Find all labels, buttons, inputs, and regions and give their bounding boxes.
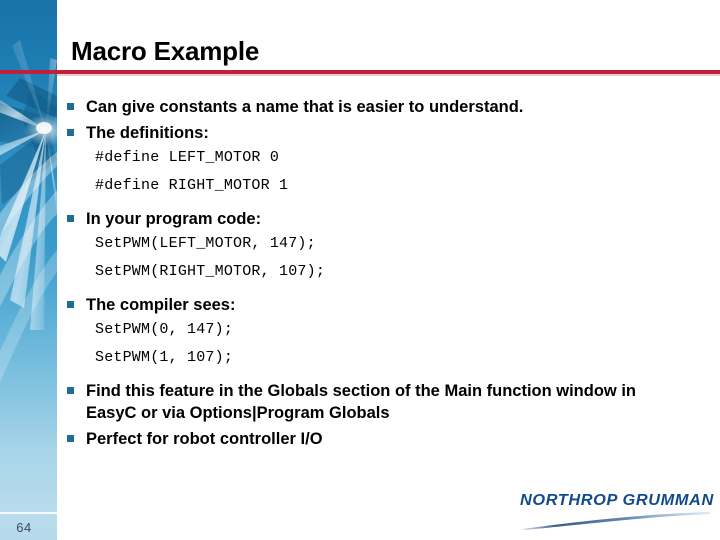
code-line: SetPWM(1, 107); [95,349,234,366]
logo-wordmark: NORTHROP GRUMMAN [520,492,714,509]
bullet-text: The definitions: [86,124,209,142]
square-bullet-icon [67,387,74,394]
light-burst-graphic [0,40,57,383]
page-number: 64 [16,520,32,535]
bullet-text: Can give constants a name that is easier… [86,98,524,116]
slide-body: Can give constants a name that is easier… [62,96,682,454]
square-bullet-icon [67,435,74,442]
bullet-item: Can give constants a name that is easier… [62,96,682,118]
bullet-text: In your program code: [86,210,262,228]
bullet-item: Find this feature in the Globals section… [62,380,682,424]
bullet-text: Find this feature in the Globals section… [86,382,637,422]
logo-swoosh-icon [522,512,710,530]
sidebar-divider [0,512,57,514]
code-line: #define LEFT_MOTOR 0 [95,149,280,166]
bullet-item: The compiler sees: [62,294,682,316]
bullet-item: The definitions: [62,122,682,144]
title-divider-shadow [57,74,720,76]
page-title: Macro Example [71,36,260,66]
bullet-item: In your program code: [62,208,682,230]
square-bullet-icon [67,215,74,222]
bullet-text: Perfect for robot controller I/O [86,430,323,448]
square-bullet-icon [67,103,74,110]
square-bullet-icon [67,301,74,308]
presentation-slide: 64 Macro Example Can give constants a na… [0,0,720,540]
bullet-item: Perfect for robot controller I/O [62,428,682,450]
northrop-grumman-logo: NORTHROP GRUMMAN [518,492,714,532]
square-bullet-icon [67,129,74,136]
code-line: SetPWM(LEFT_MOTOR, 147); [95,235,316,252]
sidebar-decoration: 64 [0,0,57,540]
bullet-text: The compiler sees: [86,296,236,314]
code-line: #define RIGHT_MOTOR 1 [95,177,289,194]
code-line: SetPWM(0, 147); [95,321,234,338]
code-line: SetPWM(RIGHT_MOTOR, 107); [95,263,326,280]
